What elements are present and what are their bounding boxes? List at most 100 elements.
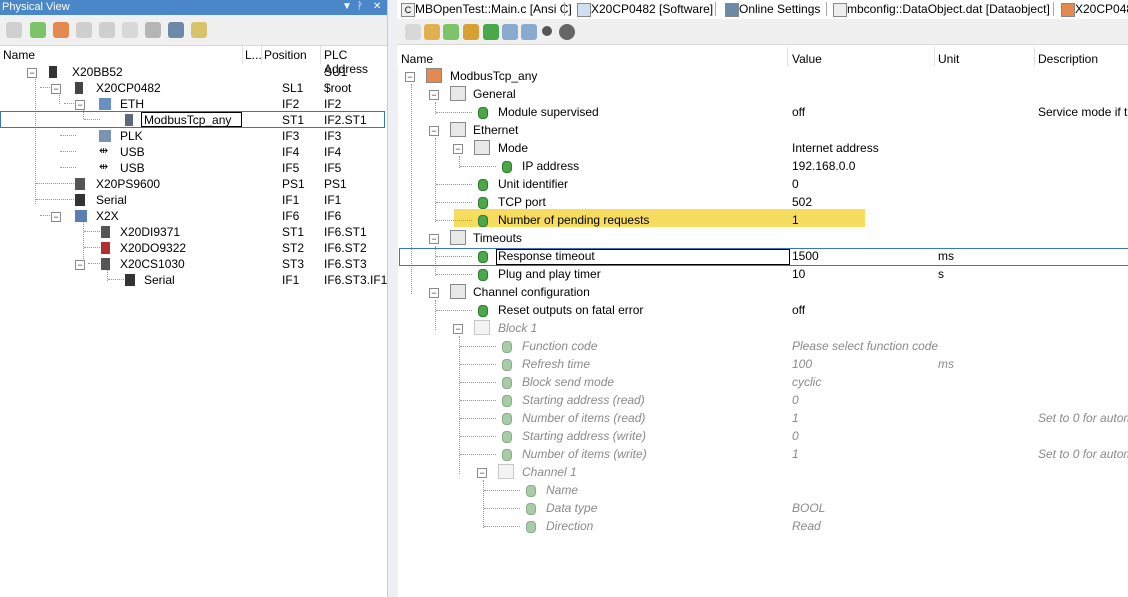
config-row-ethernet[interactable]: − Ethernet	[397, 121, 1128, 139]
config-row-refresh-time[interactable]: Refresh time 100 ms	[397, 355, 1128, 373]
collapse-icon[interactable]: −	[429, 90, 439, 100]
column-l[interactable]: L...	[245, 48, 262, 62]
add-icon[interactable]	[443, 24, 459, 40]
tree-row-x20cs1030[interactable]: − X20CS1030 ST3 IF6.ST3	[0, 256, 385, 272]
config-row-channel-configuration[interactable]: − Channel configuration	[397, 283, 1128, 301]
config-value[interactable]: off	[792, 105, 805, 119]
collapse-icon[interactable]: −	[429, 234, 439, 244]
tree-row-usb[interactable]: ⇹ USB IF4 IF4	[0, 144, 385, 160]
refresh-icon[interactable]	[30, 22, 46, 38]
config-row-modbustcp-any[interactable]: − ModbusTcp_any	[397, 67, 1128, 85]
config-value[interactable]: 0	[792, 177, 799, 191]
collapse-icon[interactable]: −	[477, 468, 487, 478]
config-value[interactable]: 0	[792, 429, 799, 443]
config-value[interactable]: 192.168.0.0	[792, 159, 855, 173]
tree-row-serial[interactable]: Serial IF1 IF6.ST3.IF1	[0, 272, 387, 288]
collapse-icon[interactable]: −	[75, 100, 85, 110]
config-value[interactable]: BOOL	[792, 501, 825, 515]
config-row-reset-outputs[interactable]: Reset outputs on fatal error off	[397, 301, 1128, 319]
config-row-name[interactable]: Name	[397, 481, 1128, 499]
config-value[interactable]: off	[792, 303, 805, 317]
diamond-icon[interactable]	[463, 24, 479, 40]
config-row-unit-identifier[interactable]: Unit identifier 0	[397, 175, 1128, 193]
config-row-mode[interactable]: − Mode Internet address	[397, 139, 1128, 157]
config-value[interactable]: 100	[792, 357, 812, 371]
tree-row-usb[interactable]: ⇹ USB IF5 IF5	[0, 160, 385, 176]
compare-icon[interactable]	[99, 22, 115, 38]
tab-software[interactable]: X20CP0482 [Software]	[575, 0, 713, 18]
config-value[interactable]: 0	[792, 393, 799, 407]
edit-icon[interactable]	[191, 22, 207, 38]
tree-row-modbustcp-any[interactable]: ModbusTcp_any ST1 IF2.ST1	[0, 112, 385, 128]
config-row-pending-requests[interactable]: Number of pending requests 1	[397, 211, 1128, 229]
column-position[interactable]: Position	[264, 48, 307, 62]
config-row-ip-address[interactable]: IP address 192.168.0.0	[397, 157, 1128, 175]
config-value[interactable]: 1	[792, 213, 799, 227]
config-row-timeouts[interactable]: − Timeouts	[397, 229, 1128, 247]
config-value[interactable]: Internet address	[792, 141, 879, 155]
column-value[interactable]: Value	[792, 52, 822, 66]
config-row-general[interactable]: − General	[397, 85, 1128, 103]
collapse-icon[interactable]: −	[51, 212, 61, 222]
config-row-channel-1[interactable]: − Channel 1	[397, 463, 1128, 481]
config-row-data-type[interactable]: Data type BOOL	[397, 499, 1128, 517]
tree-row-plk[interactable]: PLK IF3 IF3	[0, 128, 385, 144]
config-value[interactable]: cyclic	[792, 375, 821, 389]
open-icon[interactable]	[6, 22, 22, 38]
tab-x20cp0482-config[interactable]: X20CP0482	[1059, 0, 1128, 18]
sort-ascending-icon[interactable]	[521, 24, 537, 40]
collapse-icon[interactable]: −	[405, 72, 415, 82]
tab-online-settings[interactable]: Online Settings	[723, 0, 820, 18]
config-row-response-timeout[interactable]: Response timeout 1500 ms	[397, 247, 1128, 265]
sort-descending-icon[interactable]	[502, 24, 518, 40]
column-divider[interactable]	[261, 46, 262, 64]
tree-row-serial[interactable]: Serial IF1 IF1	[0, 192, 385, 208]
tree-row-x20do9322[interactable]: X20DO9322 ST2 IF6.ST2	[0, 240, 385, 256]
collapse-icon[interactable]: −	[75, 260, 85, 270]
tree-row-x20di9371[interactable]: X20DI9371 ST1 IF6.ST1	[0, 224, 385, 240]
config-row-block-send-mode[interactable]: Block send mode cyclic	[397, 373, 1128, 391]
config-row-tcp-port[interactable]: TCP port 502	[397, 193, 1128, 211]
config-value[interactable]: 502	[792, 195, 812, 209]
config-row-plug-and-play-timer[interactable]: Plug and play timer 10 s	[397, 265, 1128, 283]
config-row-number-of-items-write[interactable]: Number of items (write) 1 Set to 0 for a…	[397, 445, 1128, 463]
tree-row-x20cp0482[interactable]: − X20CP0482 SL1 $root	[0, 80, 385, 96]
column-divider[interactable]	[1034, 47, 1035, 66]
config-row-starting-address-write[interactable]: Starting address (write) 0	[397, 427, 1128, 445]
column-divider[interactable]	[242, 46, 243, 64]
collapse-icon[interactable]: −	[27, 68, 37, 78]
column-divider[interactable]	[320, 46, 321, 64]
tab-main-c[interactable]: C MBOpenTest::Main.c [Ansi C]	[399, 0, 572, 18]
config-row-block-1[interactable]: − Block 1	[397, 319, 1128, 337]
config-row-direction[interactable]: Direction Read	[397, 517, 1128, 535]
collapse-icon[interactable]: −	[453, 324, 463, 334]
new-folder-icon[interactable]	[424, 24, 440, 40]
config-value[interactable]: 1500	[792, 249, 819, 263]
settings-icon[interactable]	[559, 24, 575, 40]
network-icon[interactable]	[168, 22, 184, 38]
record-icon[interactable]	[542, 26, 552, 36]
config-value[interactable]: Read	[792, 519, 821, 533]
column-divider[interactable]	[787, 47, 788, 66]
tree-row-eth[interactable]: − ETH IF2 IF2	[0, 96, 385, 112]
page-icon[interactable]	[405, 24, 421, 40]
collapse-icon[interactable]: −	[429, 126, 439, 136]
collapse-icon[interactable]: −	[453, 144, 463, 154]
configure-icon[interactable]	[53, 22, 69, 38]
config-value[interactable]: 10	[792, 267, 805, 281]
dropdown-icon[interactable]: ▼	[342, 0, 352, 14]
config-value[interactable]: Please select function code	[792, 339, 938, 353]
column-name[interactable]: Name	[401, 52, 433, 66]
document-icon[interactable]	[122, 22, 138, 38]
close-icon[interactable]: ✕	[373, 0, 381, 14]
search-icon[interactable]	[145, 22, 161, 38]
collapse-icon[interactable]: −	[51, 84, 61, 94]
tree-row-x20ps9600[interactable]: X20PS9600 PS1 PS1	[0, 176, 385, 192]
config-row-starting-address-read[interactable]: Starting address (read) 0	[397, 391, 1128, 409]
column-unit[interactable]: Unit	[938, 52, 959, 66]
column-description[interactable]: Description	[1038, 52, 1098, 66]
properties-icon[interactable]	[76, 22, 92, 38]
tab-dataobject[interactable]: mbconfig::DataObject.dat [Dataobject]	[831, 0, 1050, 18]
column-divider[interactable]	[934, 47, 935, 66]
expand-all-icon[interactable]	[483, 24, 499, 40]
